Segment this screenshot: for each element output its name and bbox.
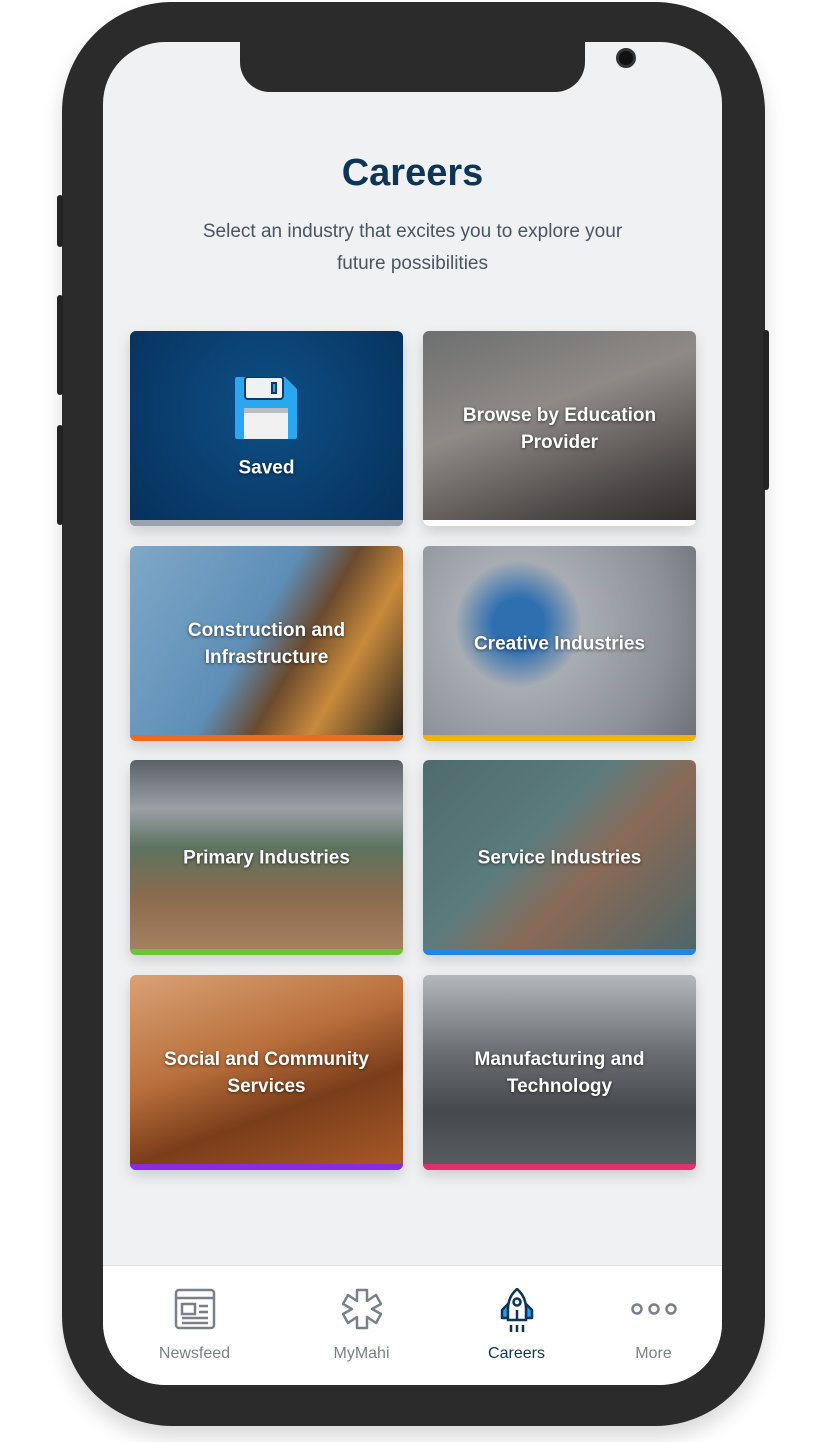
camera	[616, 48, 636, 68]
card-label: Service Industries	[477, 847, 642, 868]
card-construction-infrastructure[interactable]: Construction and Infrastructure	[130, 546, 403, 741]
tab-label: More	[635, 1345, 672, 1362]
card-accent-bar	[423, 949, 696, 955]
tab-careers[interactable]: Careers	[439, 1266, 594, 1385]
page-subtitle: Select an industry that excites you to e…	[202, 221, 623, 274]
card-label: Creative Industries	[473, 633, 646, 654]
tab-label: MyMahi	[333, 1345, 390, 1362]
notch	[240, 42, 636, 92]
page-title: Careers	[341, 152, 484, 194]
tab-newsfeed[interactable]: Newsfeed	[117, 1266, 272, 1385]
tab-label: Careers	[488, 1345, 545, 1362]
tab-more[interactable]: More	[576, 1266, 722, 1385]
asterisk-icon	[341, 1288, 382, 1330]
tab-label: Newsfeed	[158, 1345, 231, 1362]
card-label: Saved	[238, 457, 295, 479]
card-label: Construction and Infrastructure	[187, 619, 346, 668]
tab-mymahi[interactable]: MyMahi	[284, 1266, 439, 1385]
card-social-community-services[interactable]: Social and Community Services	[130, 975, 403, 1170]
card-primary-industries[interactable]: Primary Industries	[130, 760, 403, 955]
card-service-industries[interactable]: Service Industries	[423, 760, 696, 955]
more-dots-icon	[630, 1303, 677, 1315]
screen: Careers Select an industry that excites …	[103, 42, 722, 1385]
card-label: Browse by Education Provider	[462, 404, 657, 453]
card-accent-bar	[423, 1164, 696, 1170]
rocket-icon	[500, 1288, 533, 1332]
card-label: Social and Community Services	[164, 1048, 369, 1097]
volume-down-button	[57, 425, 63, 525]
card-accent-bar	[130, 520, 403, 526]
newspaper-icon	[174, 1288, 215, 1330]
mute-switch	[57, 195, 63, 247]
floppy-disk-icon	[235, 377, 297, 439]
card-label: Primary Industries	[183, 847, 350, 868]
power-button	[763, 330, 769, 490]
card-accent-bar	[130, 1164, 403, 1170]
card-label: Manufacturing and Technology	[474, 1048, 645, 1097]
card-saved[interactable]: Saved	[130, 331, 403, 526]
card-manufacturing-technology[interactable]: Manufacturing and Technology	[423, 975, 696, 1170]
tab-bar: Newsfeed MyMahi Careers More	[103, 1265, 722, 1385]
card-accent-bar	[423, 735, 696, 741]
card-accent-bar	[423, 520, 696, 526]
card-accent-bar	[130, 949, 403, 955]
card-browse-education-provider[interactable]: Browse by Education Provider	[423, 331, 696, 526]
card-creative-industries[interactable]: Creative Industries	[423, 546, 696, 741]
card-accent-bar	[130, 735, 403, 741]
volume-up-button	[57, 295, 63, 395]
